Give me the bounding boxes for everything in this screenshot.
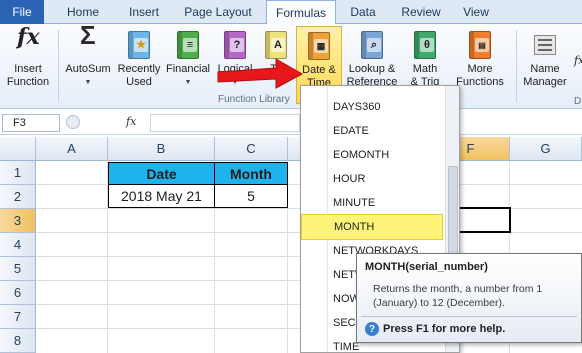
expand-icon[interactable] [66, 115, 80, 129]
row-header-2[interactable]: 2 [0, 185, 36, 209]
tab-page-layout[interactable]: Page Layout [178, 0, 258, 24]
define-name-icon[interactable]: fx [574, 54, 582, 67]
row-header-1[interactable]: 1 [0, 161, 36, 185]
tab-insert[interactable]: Insert [118, 0, 170, 24]
formula-bar-controls: fx [64, 114, 154, 132]
menu-item-minute[interactable]: MINUTE [301, 190, 445, 216]
formula-bar: F3 fx [0, 111, 582, 135]
function-tooltip: MONTH(serial_number) Returns the month, … [356, 253, 582, 343]
cell-b1[interactable]: Date [108, 162, 215, 185]
theta-book-icon: θ [410, 29, 440, 61]
row-header-6[interactable]: 6 [0, 281, 36, 305]
cell-c1[interactable]: Month [214, 162, 288, 185]
cell-c2[interactable]: 5 [214, 184, 288, 208]
tooltip-description: Returns the month, a number from 1 (Janu… [373, 283, 543, 309]
tab-view[interactable]: View [456, 0, 496, 24]
row-header-5[interactable]: 5 [0, 257, 36, 281]
financial-book-icon: ≡ [173, 29, 203, 61]
name-box[interactable]: F3 [2, 114, 60, 132]
row-header-7[interactable]: 7 [0, 305, 36, 329]
recently-used-button[interactable]: ★ Recently Used [116, 26, 162, 104]
menu-item-hour[interactable]: HOUR [301, 166, 445, 192]
menu-item-month[interactable]: MONTH [301, 214, 443, 240]
column-header-a[interactable]: A [36, 137, 108, 161]
row-header-8[interactable]: 8 [0, 329, 36, 353]
tab-data[interactable]: Data [344, 0, 382, 24]
chevron-down-icon: ▼ [84, 79, 92, 86]
books-icon: ▤ [465, 29, 495, 61]
column-header-g[interactable]: G [510, 137, 582, 161]
cell-b2[interactable]: 2018 May 21 [108, 184, 215, 208]
menu-item-edate[interactable]: EDATE [301, 118, 445, 144]
chevron-down-icon: ▼ [184, 79, 192, 86]
row-header-3[interactable]: 3 [0, 209, 36, 233]
red-arrow-icon [217, 58, 304, 89]
magnifier-book-icon: ⌕ [357, 29, 387, 61]
menu-item-days360[interactable]: DAYS360 [301, 94, 445, 120]
column-header-b[interactable]: B [108, 137, 215, 161]
tab-review[interactable]: Review [394, 0, 448, 24]
tooltip-help: ? Press F1 for more help. [365, 322, 505, 336]
financial-button[interactable]: ≡ Financial ▼ [164, 26, 212, 104]
tooltip-title: MONTH(serial_number) [365, 261, 488, 273]
autosum-button[interactable]: Σ AutoSum ▼ [62, 20, 114, 104]
formula-input[interactable] [150, 114, 300, 132]
help-icon: ? [365, 322, 379, 336]
insert-function-button[interactable]: fx Insert Function [2, 26, 54, 104]
defined-names-group-label: D [574, 96, 582, 107]
function-library-label: Function Library [218, 94, 290, 105]
sigma-icon: Σ [80, 20, 96, 50]
select-all-corner[interactable] [0, 137, 36, 161]
name-manager-icon [530, 29, 560, 61]
tab-formulas[interactable]: Formulas [266, 0, 336, 25]
tab-file[interactable]: File [0, 0, 44, 24]
fx-icon: fx [17, 24, 40, 50]
name-manager-button[interactable]: Name Manager [520, 26, 570, 104]
star-book-icon: ★ [124, 29, 154, 61]
menu-item-eomonth[interactable]: EOMONTH [301, 142, 445, 168]
calendar-book-icon: ▦ [304, 30, 334, 62]
column-header-c[interactable]: C [215, 137, 288, 161]
fx-icon[interactable]: fx [126, 115, 136, 128]
row-header-4[interactable]: 4 [0, 233, 36, 257]
